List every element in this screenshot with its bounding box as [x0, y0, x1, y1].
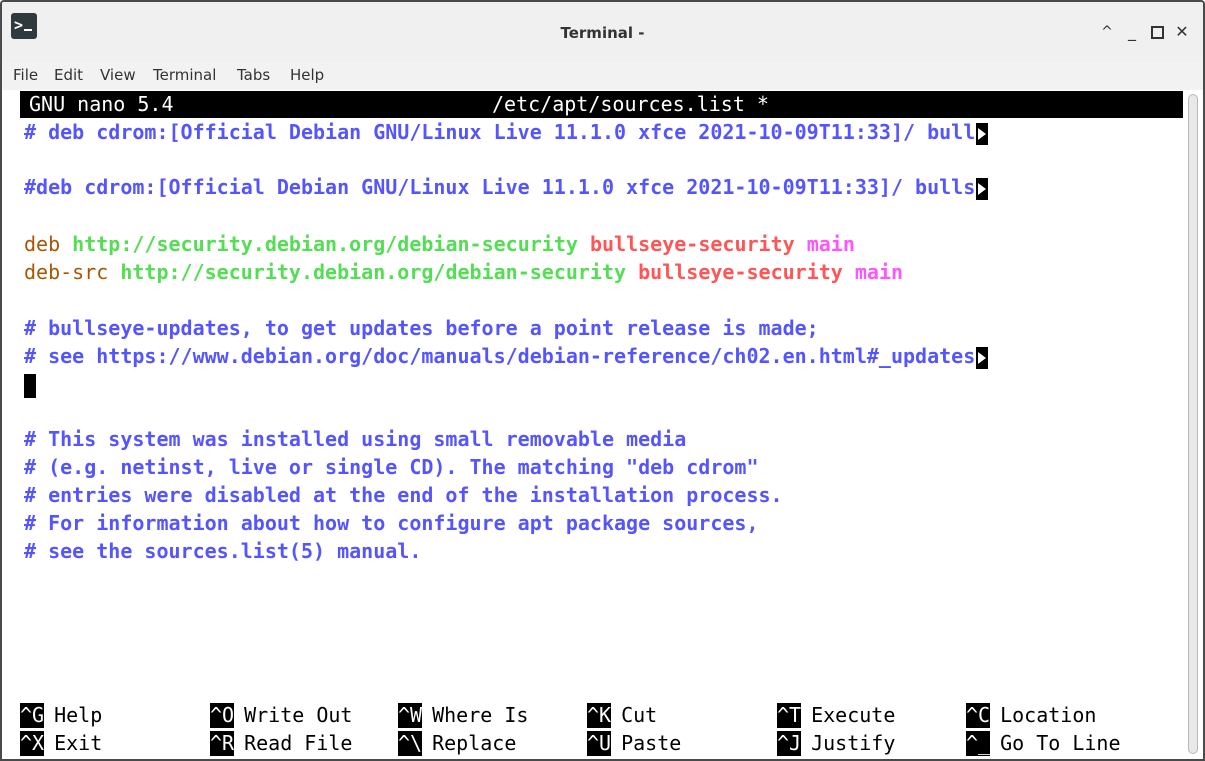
shortcut-replace[interactable]: ^\ Replace	[398, 730, 516, 757]
terminal-window: > Terminal - ^ _ ✕ File Edit View Termin…	[0, 0, 1205, 761]
shortcut-paste[interactable]: ^U Paste	[587, 730, 681, 757]
line-overflow-indicator	[976, 122, 989, 145]
line-overflow-indicator	[976, 346, 989, 369]
shortcut-execute[interactable]: ^T Execute	[777, 702, 895, 729]
shortcut-read-file[interactable]: ^R Read File	[210, 730, 352, 757]
file-line-9: # see https://www.debian.org/doc/manuals…	[24, 343, 989, 370]
shortcut-cut[interactable]: ^K Cut	[587, 702, 657, 729]
minimize-button[interactable]: _	[1122, 22, 1142, 42]
shortcut-go-to-line[interactable]: ^_ Go To Line	[966, 730, 1121, 757]
menu-file[interactable]: File	[13, 66, 38, 84]
vertical-scrollbar[interactable]	[1183, 90, 1203, 759]
shortcut-write-out[interactable]: ^O Write Out	[210, 702, 352, 729]
file-line-1: # deb cdrom:[Official Debian GNU/Linux L…	[24, 119, 989, 146]
close-button[interactable]: ✕	[1172, 22, 1192, 42]
file-line-13: # (e.g. netinst, live or single CD). The…	[24, 455, 759, 479]
maximize-button[interactable]	[1147, 22, 1167, 42]
file-line-15: # For information about how to configure…	[24, 511, 759, 535]
shortcut-help[interactable]: ^G Help	[20, 702, 102, 729]
terminal-content[interactable]: GNU nano 5.4 /etc/apt/sources.list * # d…	[2, 90, 1183, 759]
scrollbar-thumb[interactable]	[1188, 94, 1198, 754]
file-line-16: # see the sources.list(5) manual.	[24, 539, 422, 563]
shortcut-where-is[interactable]: ^W Where Is	[398, 702, 528, 729]
nano-filename: /etc/apt/sources.list *	[492, 92, 769, 116]
title-bar[interactable]: > Terminal - ^ _ ✕	[2, 2, 1203, 62]
menu-help[interactable]: Help	[290, 66, 324, 84]
shortcut-exit[interactable]: ^X Exit	[20, 730, 102, 757]
menu-terminal[interactable]: Terminal	[153, 66, 216, 84]
nano-title-bar: GNU nano 5.4 /etc/apt/sources.list *	[20, 91, 1183, 118]
window-title: Terminal -	[560, 24, 645, 42]
shortcut-justify[interactable]: ^J Justify	[777, 730, 895, 757]
menu-tabs[interactable]: Tabs	[237, 66, 270, 84]
shortcut-location[interactable]: ^C Location	[966, 702, 1096, 729]
line-overflow-indicator	[976, 177, 989, 200]
file-line-3: #deb cdrom:[Official Debian GNU/Linux Li…	[24, 174, 989, 201]
maximize-icon	[1150, 26, 1164, 39]
file-line-6: deb-src http://security.debian.org/debia…	[24, 260, 904, 284]
file-line-8: # bullseye-updates, to get updates befor…	[24, 316, 819, 340]
file-line-14: # entries were disabled at the end of th…	[24, 483, 783, 507]
menu-bar: File Edit View Terminal Tabs Help	[2, 62, 1203, 90]
shade-window-button[interactable]: ^	[1097, 22, 1117, 42]
file-line-12: # This system was installed using small …	[24, 427, 687, 451]
menu-edit[interactable]: Edit	[54, 66, 83, 84]
file-line-5: deb http://security.debian.org/debian-se…	[24, 232, 855, 256]
text-cursor	[24, 374, 36, 398]
menu-view[interactable]: View	[100, 66, 136, 84]
nano-version: GNU nano 5.4	[29, 92, 174, 116]
